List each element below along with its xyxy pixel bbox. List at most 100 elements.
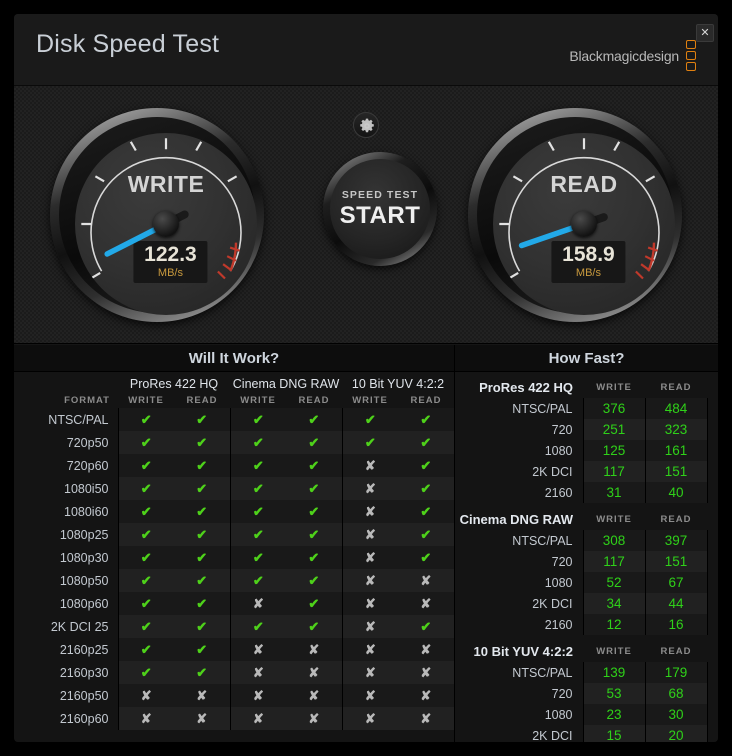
gear-icon [359,118,375,134]
unsupported-cross-icon: ✘ [174,684,230,707]
read-speed-value: 484 [645,398,707,419]
table-row: 2160p25✔✔✘✘✘✘ [14,638,454,661]
table-row: 2160p50✘✘✘✘✘✘ [14,684,454,707]
how-fast-row: 2K DCI1520 [455,725,707,742]
supported-check-icon: ✔ [174,523,230,546]
write-gauge: WRITE 122.3 MB/s [50,108,264,322]
how-fast-row: 1080125161 [455,440,707,461]
supported-check-icon: ✔ [286,592,342,615]
table-row: 1080p30✔✔✔✔✘✔ [14,546,454,569]
how-fast-panel: How Fast? ProRes 422 HQWRITEREADNTSC/PAL… [454,345,718,742]
table-body: NTSC/PAL✔✔✔✔✔✔720p50✔✔✔✔✔✔720p60✔✔✔✔✘✔10… [14,408,454,730]
resolution-label: NTSC/PAL [455,662,583,683]
settings-button[interactable] [353,112,379,138]
supported-check-icon: ✔ [398,615,454,638]
supported-check-icon: ✔ [286,408,342,431]
will-it-work-panel: Will It Work? ProRes 422 HQ Cinema DNG R… [14,345,454,742]
supported-check-icon: ✔ [174,546,230,569]
how-fast-group-name: ProRes 422 HQ [455,377,583,398]
write-speed-value: 52 [583,572,645,593]
resolution-label: 2K DCI [455,725,583,742]
read-speed-value: 40 [645,482,707,503]
unsupported-cross-icon: ✘ [342,500,398,523]
read-speed-value: 30 [645,704,707,725]
disk-speed-test-window: ✕ Disk Speed Test Blackmagicdesign [14,14,718,742]
supported-check-icon: ✔ [118,431,174,454]
supported-check-icon: ✔ [174,431,230,454]
supported-check-icon: ✔ [174,500,230,523]
speed-test-start-button[interactable]: SPEED TEST START [323,152,437,266]
write-speed-value: 376 [583,398,645,419]
how-fast-row: 7205368 [455,683,707,704]
how-fast-write-header: WRITE [583,509,645,530]
table-row: 2160p30✔✔✘✘✘✘ [14,661,454,684]
resolution-label: 2160 [455,482,583,503]
unsupported-cross-icon: ✘ [398,707,454,730]
unsupported-cross-icon: ✘ [230,638,286,661]
how-fast-row: 10805267 [455,572,707,593]
how-fast-row: 10802330 [455,704,707,725]
how-fast-group-header: ProRes 422 HQWRITEREAD [455,377,707,398]
column-header-cinemadng-write: WRITE [230,392,286,408]
how-fast-read-header: READ [645,377,707,398]
read-speed-value: 397 [645,530,707,551]
supported-check-icon: ✔ [230,408,286,431]
needle-hub [571,211,597,237]
unsupported-cross-icon: ✘ [230,684,286,707]
write-speed-value: 117 [583,551,645,572]
write-speed-value: 308 [583,530,645,551]
table-row: 720p60✔✔✔✔✘✔ [14,454,454,477]
format-label: 1080i50 [14,477,118,500]
how-fast-row: NTSC/PAL308397 [455,530,707,551]
supported-check-icon: ✔ [286,546,342,569]
supported-check-icon: ✔ [398,546,454,569]
supported-check-icon: ✔ [174,638,230,661]
read-speed-value: 323 [645,419,707,440]
supported-check-icon: ✔ [118,500,174,523]
how-fast-row: 720117151 [455,551,707,572]
supported-check-icon: ✔ [286,615,342,638]
column-header-format: FORMAT [14,392,118,408]
unsupported-cross-icon: ✘ [342,707,398,730]
how-fast-row: 2K DCI117151 [455,461,707,482]
resolution-label: 1080 [455,440,583,461]
supported-check-icon: ✔ [230,546,286,569]
supported-check-icon: ✔ [230,615,286,638]
supported-check-icon: ✔ [398,500,454,523]
close-icon[interactable]: ✕ [696,24,714,42]
how-fast-row: 720251323 [455,419,707,440]
start-button-inner: SPEED TEST START [330,159,430,259]
table-header: ProRes 422 HQ Cinema DNG RAW 10 Bit YUV … [14,372,454,408]
how-fast-write-header: WRITE [583,641,645,662]
format-label: 2160p50 [14,684,118,707]
write-speed-value: 139 [583,662,645,683]
table-row: NTSC/PAL✔✔✔✔✔✔ [14,408,454,431]
column-header-row: FORMAT WRITE READ WRITE READ WRITE READ [14,392,454,408]
gauge-face: READ 158.9 MB/s [493,133,675,315]
supported-check-icon: ✔ [118,592,174,615]
write-speed-value: 251 [583,419,645,440]
format-label: 2160p60 [14,707,118,730]
format-label: 1080p25 [14,523,118,546]
supported-check-icon: ✔ [118,615,174,638]
unsupported-cross-icon: ✘ [286,684,342,707]
unsupported-cross-icon: ✘ [342,638,398,661]
read-speed-value: 20 [645,725,707,742]
supported-check-icon: ✔ [286,454,342,477]
resolution-label: 720 [455,551,583,572]
how-fast-row: NTSC/PAL139179 [455,662,707,683]
supported-check-icon: ✔ [174,592,230,615]
start-button-label: START [340,202,421,230]
format-label: 1080p60 [14,592,118,615]
supported-check-icon: ✔ [342,431,398,454]
supported-check-icon: ✔ [286,500,342,523]
supported-check-icon: ✔ [118,661,174,684]
supported-check-icon: ✔ [398,454,454,477]
unsupported-cross-icon: ✘ [398,684,454,707]
table-row: 1080p50✔✔✔✔✘✘ [14,569,454,592]
resolution-label: NTSC/PAL [455,530,583,551]
read-speed-value: 68 [645,683,707,704]
supported-check-icon: ✔ [118,454,174,477]
table-row: 720p50✔✔✔✔✔✔ [14,431,454,454]
resolution-label: 2K DCI [455,593,583,614]
